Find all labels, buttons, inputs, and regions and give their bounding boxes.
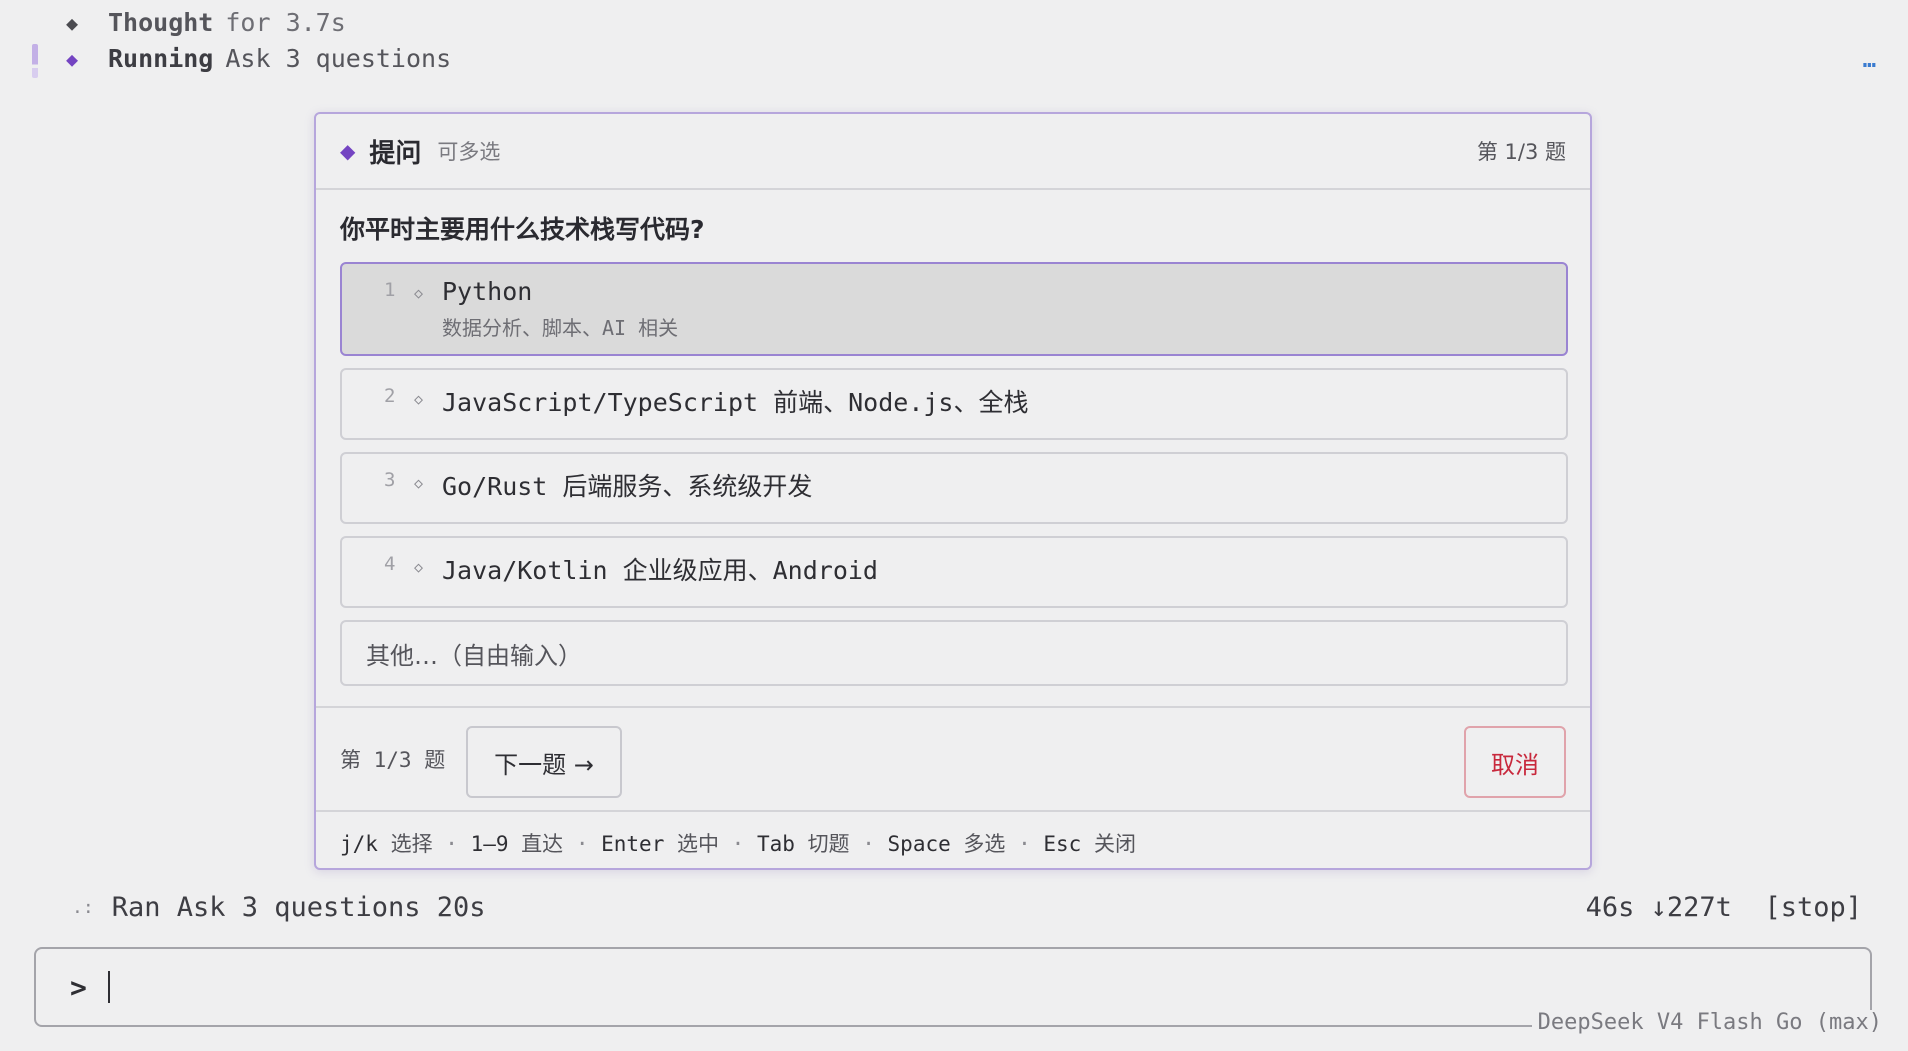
model-label: DeepSeek V4 Flash Go (max): [1531, 1010, 1888, 1035]
token-count: ↓227t: [1650, 892, 1732, 923]
option-java-kotlin[interactable]: 4 ◇ Java/Kotlin 企业级应用、Android: [340, 536, 1568, 608]
thought-label: Thought: [108, 8, 214, 37]
shortcut-key: Tab: [756, 832, 795, 856]
diamond-icon: ◆: [340, 139, 356, 163]
status-line: .: Ran Ask 3 questions 20s: [72, 892, 486, 923]
prompt-chevron-icon: >: [70, 971, 87, 1004]
diamond-icon: ◆: [66, 46, 79, 71]
question-counter: 第 1/3 题: [1476, 140, 1566, 164]
shortcut-desc: 多选: [963, 832, 1006, 856]
shortcut-desc: 关闭: [1093, 832, 1136, 856]
option-label: Java/Kotlin 企业级应用、Android: [442, 556, 878, 585]
cancel-button[interactable]: 取消: [1464, 726, 1566, 798]
log-line-running: ◆ Running Ask 3 questions: [66, 44, 451, 73]
other-input[interactable]: 其他…（自由输入）: [340, 620, 1568, 686]
question-text: 你平时主要用什么技术栈写代码?: [340, 215, 705, 244]
log-line-thought: ◆ Thought for 3.7s: [66, 8, 346, 37]
more-options-icon[interactable]: …: [1863, 48, 1876, 73]
option-number: 4: [384, 553, 396, 575]
hollow-diamond-icon: ◇: [414, 474, 424, 492]
terminal-window: ◆ Thought for 3.7s ◆ Running Ask 3 quest…: [0, 0, 1908, 1051]
option-number: 3: [384, 469, 396, 491]
shortcut-desc: 选中: [677, 832, 719, 856]
shortcut-key: Space: [887, 832, 951, 856]
option-description: 数据分析、脚本、AI 相关: [442, 316, 679, 340]
keyboard-shortcuts: j/k 选择 · 1–9 直达 · Enter 选中 · Tab 切题 · Sp…: [340, 832, 1136, 856]
diamond-icon: ◆: [66, 10, 79, 35]
option-python[interactable]: 1 ◇ Python 数据分析、脚本、AI 相关: [340, 262, 1568, 356]
shortcut-key: Enter: [601, 832, 665, 856]
status-meta: 46s ↓227t [stop]: [1586, 892, 1862, 923]
status-text: Ran Ask 3 questions 20s: [111, 892, 486, 923]
shortcut-key: Esc: [1043, 832, 1082, 856]
hollow-diamond-icon: ◇: [414, 284, 424, 302]
card-header: ◆ 提问 可多选 第 1/3 题: [316, 114, 1590, 190]
option-go-rust[interactable]: 3 ◇ Go/Rust 后端服务、系统级开发: [340, 452, 1568, 524]
next-question-button[interactable]: 下一题 →: [466, 726, 622, 798]
option-number: 2: [384, 385, 396, 407]
option-number: 1: [384, 279, 396, 301]
hollow-diamond-icon: ◇: [414, 558, 424, 576]
running-label: Running: [108, 44, 214, 73]
card-title: 提问: [369, 138, 422, 169]
spinner-icon: .:: [72, 897, 94, 918]
option-label: Go/Rust 后端服务、系统级开发: [442, 472, 813, 501]
shortcut-desc: 切题: [807, 832, 850, 856]
text-cursor: [108, 971, 110, 1003]
option-javascript[interactable]: 2 ◇ JavaScript/TypeScript 前端、Node.js、全栈: [340, 368, 1568, 440]
activity-indicator: [32, 44, 38, 78]
shortcut-desc: 直达: [521, 832, 564, 856]
card-footer: 第 1/3 题 下一题 → 取消: [316, 706, 1590, 812]
elapsed-time: 46s: [1585, 892, 1635, 923]
hollow-diamond-icon: ◇: [414, 390, 424, 408]
option-label: JavaScript/TypeScript 前端、Node.js、全栈: [442, 388, 1029, 417]
footer-counter: 第 1/3 题: [340, 748, 446, 772]
shortcut-key: j/k: [340, 832, 378, 856]
question-card: ◆ 提问 可多选 第 1/3 题 你平时主要用什么技术栈写代码? 1 ◇ Pyt…: [314, 112, 1592, 870]
thought-detail: for 3.7s: [225, 8, 346, 37]
card-subtitle: 可多选: [437, 140, 501, 164]
stop-button[interactable]: [stop]: [1764, 892, 1862, 923]
shortcut-desc: 选择: [390, 832, 433, 856]
option-label: Python: [442, 277, 533, 306]
shortcut-key: 1–9: [470, 832, 509, 856]
running-detail: Ask 3 questions: [225, 44, 452, 73]
